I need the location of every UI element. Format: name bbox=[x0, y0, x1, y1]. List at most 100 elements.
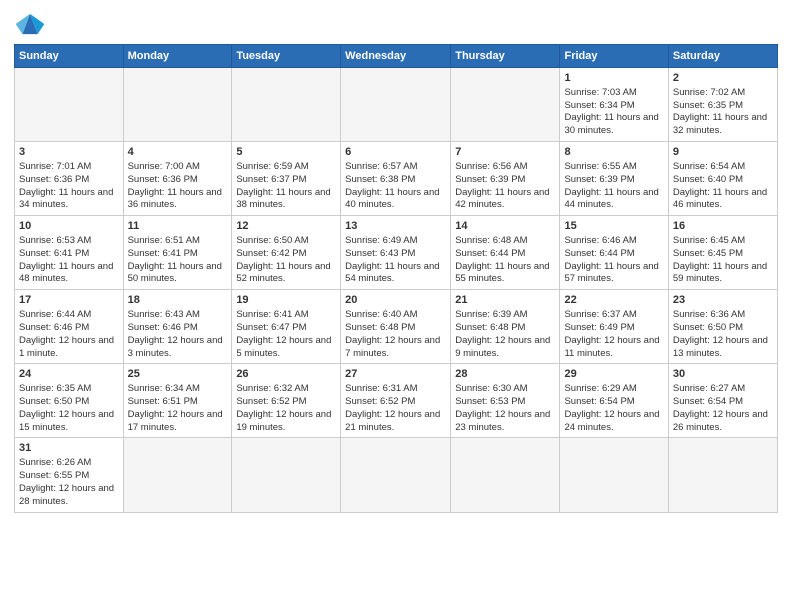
day-info: Sunrise: 6:56 AMSunset: 6:39 PMDaylight:… bbox=[455, 161, 549, 210]
calendar-week-row: 3Sunrise: 7:01 AMSunset: 6:36 PMDaylight… bbox=[15, 142, 778, 216]
day-number: 11 bbox=[128, 219, 228, 234]
day-info: Sunrise: 6:55 AMSunset: 6:39 PMDaylight:… bbox=[564, 161, 658, 210]
day-info: Sunrise: 6:30 AMSunset: 6:53 PMDaylight:… bbox=[455, 383, 550, 432]
calendar-cell bbox=[232, 438, 341, 512]
day-number: 16 bbox=[673, 219, 773, 234]
calendar-cell bbox=[451, 68, 560, 142]
weekday-header-thursday: Thursday bbox=[451, 45, 560, 68]
day-number: 4 bbox=[128, 145, 228, 160]
day-number: 2 bbox=[673, 71, 773, 86]
calendar-cell bbox=[15, 68, 124, 142]
day-number: 21 bbox=[455, 293, 555, 308]
day-number: 8 bbox=[564, 145, 663, 160]
day-number: 12 bbox=[236, 219, 336, 234]
day-info: Sunrise: 6:40 AMSunset: 6:48 PMDaylight:… bbox=[345, 309, 440, 358]
day-info: Sunrise: 6:26 AMSunset: 6:55 PMDaylight:… bbox=[19, 457, 114, 506]
calendar-cell bbox=[123, 438, 232, 512]
calendar-cell bbox=[232, 68, 341, 142]
day-number: 31 bbox=[19, 441, 119, 456]
calendar-cell: 14Sunrise: 6:48 AMSunset: 6:44 PMDayligh… bbox=[451, 216, 560, 290]
day-info: Sunrise: 6:54 AMSunset: 6:40 PMDaylight:… bbox=[673, 161, 767, 210]
calendar-cell bbox=[341, 438, 451, 512]
logo bbox=[14, 10, 48, 38]
day-info: Sunrise: 7:00 AMSunset: 6:36 PMDaylight:… bbox=[128, 161, 222, 210]
day-info: Sunrise: 6:32 AMSunset: 6:52 PMDaylight:… bbox=[236, 383, 331, 432]
calendar-cell: 15Sunrise: 6:46 AMSunset: 6:44 PMDayligh… bbox=[560, 216, 668, 290]
day-info: Sunrise: 6:53 AMSunset: 6:41 PMDaylight:… bbox=[19, 235, 113, 284]
calendar-cell: 6Sunrise: 6:57 AMSunset: 6:38 PMDaylight… bbox=[341, 142, 451, 216]
day-info: Sunrise: 6:51 AMSunset: 6:41 PMDaylight:… bbox=[128, 235, 222, 284]
day-info: Sunrise: 6:37 AMSunset: 6:49 PMDaylight:… bbox=[564, 309, 659, 358]
day-number: 1 bbox=[564, 71, 663, 86]
weekday-header-row: SundayMondayTuesdayWednesdayThursdayFrid… bbox=[15, 45, 778, 68]
calendar-cell: 28Sunrise: 6:30 AMSunset: 6:53 PMDayligh… bbox=[451, 364, 560, 438]
calendar-week-row: 1Sunrise: 7:03 AMSunset: 6:34 PMDaylight… bbox=[15, 68, 778, 142]
day-number: 6 bbox=[345, 145, 446, 160]
day-number: 13 bbox=[345, 219, 446, 234]
calendar-cell: 16Sunrise: 6:45 AMSunset: 6:45 PMDayligh… bbox=[668, 216, 777, 290]
day-number: 10 bbox=[19, 219, 119, 234]
day-number: 18 bbox=[128, 293, 228, 308]
calendar-cell: 2Sunrise: 7:02 AMSunset: 6:35 PMDaylight… bbox=[668, 68, 777, 142]
day-number: 3 bbox=[19, 145, 119, 160]
day-info: Sunrise: 6:27 AMSunset: 6:54 PMDaylight:… bbox=[673, 383, 768, 432]
day-info: Sunrise: 6:41 AMSunset: 6:47 PMDaylight:… bbox=[236, 309, 331, 358]
calendar-cell: 31Sunrise: 6:26 AMSunset: 6:55 PMDayligh… bbox=[15, 438, 124, 512]
calendar-table: SundayMondayTuesdayWednesdayThursdayFrid… bbox=[14, 44, 778, 513]
weekday-header-tuesday: Tuesday bbox=[232, 45, 341, 68]
calendar-cell: 22Sunrise: 6:37 AMSunset: 6:49 PMDayligh… bbox=[560, 290, 668, 364]
calendar-cell bbox=[341, 68, 451, 142]
day-info: Sunrise: 6:46 AMSunset: 6:44 PMDaylight:… bbox=[564, 235, 658, 284]
day-number: 24 bbox=[19, 367, 119, 382]
calendar-cell: 17Sunrise: 6:44 AMSunset: 6:46 PMDayligh… bbox=[15, 290, 124, 364]
day-info: Sunrise: 6:43 AMSunset: 6:46 PMDaylight:… bbox=[128, 309, 223, 358]
day-number: 14 bbox=[455, 219, 555, 234]
day-number: 22 bbox=[564, 293, 663, 308]
calendar-cell: 30Sunrise: 6:27 AMSunset: 6:54 PMDayligh… bbox=[668, 364, 777, 438]
day-info: Sunrise: 6:57 AMSunset: 6:38 PMDaylight:… bbox=[345, 161, 439, 210]
calendar-week-row: 24Sunrise: 6:35 AMSunset: 6:50 PMDayligh… bbox=[15, 364, 778, 438]
calendar-cell: 13Sunrise: 6:49 AMSunset: 6:43 PMDayligh… bbox=[341, 216, 451, 290]
calendar-cell bbox=[451, 438, 560, 512]
day-number: 23 bbox=[673, 293, 773, 308]
day-info: Sunrise: 7:01 AMSunset: 6:36 PMDaylight:… bbox=[19, 161, 113, 210]
calendar-cell: 23Sunrise: 6:36 AMSunset: 6:50 PMDayligh… bbox=[668, 290, 777, 364]
day-info: Sunrise: 7:02 AMSunset: 6:35 PMDaylight:… bbox=[673, 87, 767, 136]
calendar-cell: 29Sunrise: 6:29 AMSunset: 6:54 PMDayligh… bbox=[560, 364, 668, 438]
calendar-cell: 1Sunrise: 7:03 AMSunset: 6:34 PMDaylight… bbox=[560, 68, 668, 142]
day-number: 28 bbox=[455, 367, 555, 382]
calendar-cell: 5Sunrise: 6:59 AMSunset: 6:37 PMDaylight… bbox=[232, 142, 341, 216]
day-number: 20 bbox=[345, 293, 446, 308]
day-info: Sunrise: 6:34 AMSunset: 6:51 PMDaylight:… bbox=[128, 383, 223, 432]
day-info: Sunrise: 6:49 AMSunset: 6:43 PMDaylight:… bbox=[345, 235, 439, 284]
weekday-header-friday: Friday bbox=[560, 45, 668, 68]
day-number: 17 bbox=[19, 293, 119, 308]
calendar-cell: 7Sunrise: 6:56 AMSunset: 6:39 PMDaylight… bbox=[451, 142, 560, 216]
weekday-header-wednesday: Wednesday bbox=[341, 45, 451, 68]
header bbox=[14, 10, 778, 38]
calendar-cell: 21Sunrise: 6:39 AMSunset: 6:48 PMDayligh… bbox=[451, 290, 560, 364]
day-info: Sunrise: 6:48 AMSunset: 6:44 PMDaylight:… bbox=[455, 235, 549, 284]
day-info: Sunrise: 6:31 AMSunset: 6:52 PMDaylight:… bbox=[345, 383, 440, 432]
calendar-cell: 8Sunrise: 6:55 AMSunset: 6:39 PMDaylight… bbox=[560, 142, 668, 216]
day-info: Sunrise: 7:03 AMSunset: 6:34 PMDaylight:… bbox=[564, 87, 658, 136]
calendar-cell: 4Sunrise: 7:00 AMSunset: 6:36 PMDaylight… bbox=[123, 142, 232, 216]
calendar-cell: 11Sunrise: 6:51 AMSunset: 6:41 PMDayligh… bbox=[123, 216, 232, 290]
calendar-cell: 20Sunrise: 6:40 AMSunset: 6:48 PMDayligh… bbox=[341, 290, 451, 364]
day-info: Sunrise: 6:45 AMSunset: 6:45 PMDaylight:… bbox=[673, 235, 767, 284]
calendar-cell: 27Sunrise: 6:31 AMSunset: 6:52 PMDayligh… bbox=[341, 364, 451, 438]
weekday-header-saturday: Saturday bbox=[668, 45, 777, 68]
day-number: 26 bbox=[236, 367, 336, 382]
calendar-cell: 12Sunrise: 6:50 AMSunset: 6:42 PMDayligh… bbox=[232, 216, 341, 290]
day-info: Sunrise: 6:36 AMSunset: 6:50 PMDaylight:… bbox=[673, 309, 768, 358]
day-number: 27 bbox=[345, 367, 446, 382]
day-number: 5 bbox=[236, 145, 336, 160]
day-number: 19 bbox=[236, 293, 336, 308]
day-number: 25 bbox=[128, 367, 228, 382]
day-number: 15 bbox=[564, 219, 663, 234]
calendar-cell: 9Sunrise: 6:54 AMSunset: 6:40 PMDaylight… bbox=[668, 142, 777, 216]
calendar-cell: 25Sunrise: 6:34 AMSunset: 6:51 PMDayligh… bbox=[123, 364, 232, 438]
calendar-cell bbox=[560, 438, 668, 512]
logo-icon bbox=[14, 10, 46, 38]
calendar-week-row: 10Sunrise: 6:53 AMSunset: 6:41 PMDayligh… bbox=[15, 216, 778, 290]
